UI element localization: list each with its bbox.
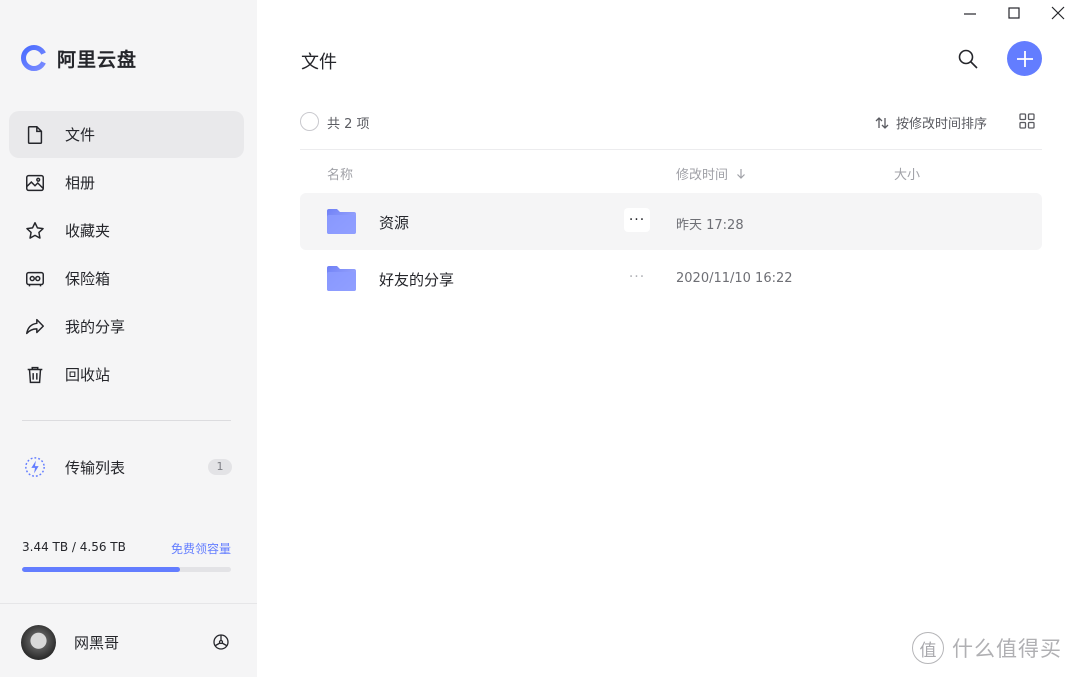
storage-used-text: 3.44 TB / 4.56 TB: [22, 540, 126, 554]
file-list: 资源 ··· 昨天 17:28 好友的分享 ··· 2020/11/10 16:…: [300, 193, 1042, 307]
storage-progress-fill: [22, 567, 180, 572]
watermark: 值 什么值得买: [912, 632, 1062, 664]
file-name: 资源: [379, 214, 410, 232]
sidebar-item-label: 文件: [65, 126, 96, 144]
avatar[interactable]: [21, 624, 56, 660]
sort-button[interactable]: 按修改时间排序: [874, 113, 987, 132]
file-name: 好友的分享: [379, 271, 455, 289]
app-logo[interactable]: 阿里云盘: [20, 44, 137, 72]
column-header-name[interactable]: 名称: [327, 164, 353, 183]
toolbar-divider: [300, 149, 1042, 150]
sort-icon: [875, 116, 889, 129]
free-capacity-link[interactable]: 免费领容量: [171, 540, 231, 557]
maximize-button[interactable]: [992, 0, 1036, 26]
sidebar-item-safe[interactable]: 保险箱: [9, 255, 244, 302]
sidebar-nav: 文件 相册 收藏夹 保险箱 我的分享 回收站: [9, 111, 244, 399]
sidebar-item-label: 保险箱: [65, 270, 111, 288]
user-name: 网黑哥: [74, 633, 120, 652]
transfer-list-label: 传输列表: [65, 458, 126, 477]
plus-icon: [1016, 50, 1033, 67]
column-header-size[interactable]: 大小: [894, 164, 920, 183]
file-modified-time: 昨天 17:28: [676, 218, 744, 233]
share-arrow-icon: [23, 315, 47, 339]
sidebar-item-trash[interactable]: 回收站: [9, 351, 244, 398]
photo-album-icon: [23, 171, 47, 195]
transfer-count-badge: 1: [208, 459, 232, 475]
page-title: 文件: [301, 52, 337, 73]
user-profile[interactable]: 网黑哥: [21, 624, 236, 660]
folder-icon: [327, 266, 356, 291]
sidebar-item-favorites[interactable]: 收藏夹: [9, 207, 244, 254]
sort-label: 按修改时间排序: [896, 117, 988, 132]
lightning-icon: [23, 455, 47, 479]
safe-box-icon: [23, 267, 47, 291]
more-options-button[interactable]: ···: [624, 265, 650, 289]
sidebar-item-transfer-list[interactable]: 传输列表 1: [9, 444, 244, 490]
window-controls: [948, 0, 1080, 26]
sidebar-item-files[interactable]: 文件: [9, 111, 244, 158]
watermark-logo: 值: [912, 632, 944, 664]
sort-down-icon: [737, 168, 745, 179]
file-modified-time: 2020/11/10 16:22: [676, 271, 793, 286]
maximize-icon: [1008, 7, 1020, 19]
storage-progress-bar: [22, 567, 231, 572]
sidebar-item-album[interactable]: 相册: [9, 159, 244, 206]
sidebar-bottom-divider: [0, 603, 257, 604]
file-icon: [23, 123, 47, 147]
sidebar-item-my-share[interactable]: 我的分享: [9, 303, 244, 350]
item-count: 共 2 项: [327, 117, 370, 132]
more-options-button[interactable]: ···: [624, 208, 650, 232]
column-header-modified[interactable]: 修改时间: [676, 164, 748, 183]
search-icon[interactable]: [956, 47, 980, 71]
sidebar-item-label: 回收站: [65, 366, 111, 384]
app-name: 阿里云盘: [57, 48, 138, 71]
settings-icon[interactable]: [212, 633, 230, 651]
storage-panel: 3.44 TB / 4.56 TB 免费领容量: [22, 540, 231, 572]
select-all-checkbox[interactable]: [300, 112, 319, 131]
table-row[interactable]: 资源 ··· 昨天 17:28: [300, 193, 1042, 250]
table-row[interactable]: 好友的分享 ··· 2020/11/10 16:22: [300, 250, 1042, 307]
star-icon: [23, 219, 47, 243]
folder-icon: [327, 209, 356, 234]
file-toolbar: 共 2 项 按修改时间排序: [300, 110, 1042, 134]
minimize-icon: [964, 13, 976, 15]
aliyun-drive-logo-icon: [21, 45, 47, 71]
sidebar: 阿里云盘 文件 相册 收藏夹 保险箱 我的分享 回收站 传输列表 1 3.44 …: [0, 0, 257, 677]
trash-icon: [23, 363, 47, 387]
sidebar-divider: [22, 420, 231, 421]
close-button[interactable]: [1036, 0, 1080, 26]
watermark-text: 什么值得买: [952, 637, 1062, 661]
close-icon: [1051, 6, 1065, 20]
add-button[interactable]: [1007, 41, 1042, 76]
sidebar-item-label: 我的分享: [65, 318, 126, 336]
sidebar-item-label: 相册: [65, 174, 96, 192]
grid-view-icon[interactable]: [1018, 112, 1036, 130]
sidebar-item-label: 收藏夹: [65, 222, 111, 240]
minimize-button[interactable]: [948, 0, 992, 26]
